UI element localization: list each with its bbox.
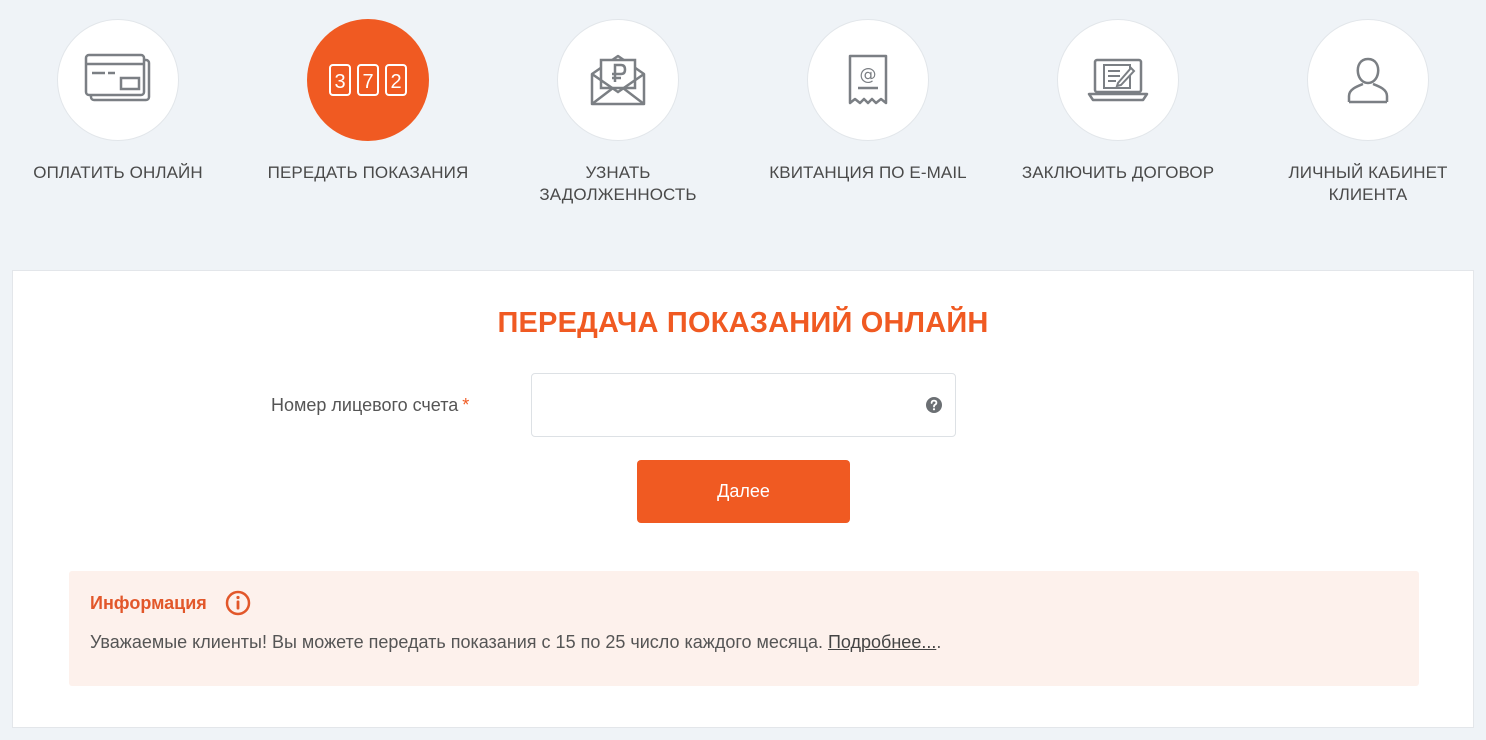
meter-digit: 2 xyxy=(390,71,401,93)
service-email-receipt[interactable]: @ КВИТАНЦИЯ ПО E-MAIL xyxy=(758,19,978,184)
service-label: ЛИЧНЫЙ КАБИНЕТ КЛИЕНТА xyxy=(1288,163,1448,204)
service-label: ПЕРЕДАТЬ ПОКАЗАНИЯ xyxy=(267,163,469,182)
info-icon xyxy=(225,590,251,616)
service-personal-account[interactable]: ЛИЧНЫЙ КАБИНЕТ КЛИЕНТА xyxy=(1258,19,1478,206)
next-button[interactable]: Далее xyxy=(637,460,850,523)
ruble-envelope-icon xyxy=(590,54,646,106)
account-number-label: Номер лицевого счета * xyxy=(271,395,469,416)
info-text: Уважаемые клиенты! Вы можете передать по… xyxy=(90,632,941,653)
service-label: УЗНАТЬ ЗАДОЛЖЕННОСТЬ xyxy=(539,163,697,204)
service-circle[interactable] xyxy=(557,19,679,141)
info-box: Информация Уважаемые клиенты! Вы можете … xyxy=(69,571,1419,686)
more-link[interactable]: Подробнее... xyxy=(828,632,936,652)
service-circle[interactable] xyxy=(1307,19,1429,141)
required-mark: * xyxy=(462,395,470,415)
svg-text:@: @ xyxy=(860,65,877,85)
service-label: ЗАКЛЮЧИТЬ ДОГОВОР xyxy=(1021,163,1215,182)
readings-panel: ПЕРЕДАЧА ПОКАЗАНИЙ ОНЛАЙН Номер лицевого… xyxy=(12,270,1474,728)
info-title: Информация xyxy=(90,593,207,613)
service-circle[interactable] xyxy=(57,19,179,141)
meter-digit: 3 xyxy=(334,71,345,93)
service-circle[interactable]: @ xyxy=(807,19,929,141)
service-check-debt[interactable]: УЗНАТЬ ЗАДОЛЖЕННОСТЬ xyxy=(508,19,728,206)
card-icon xyxy=(84,53,151,102)
account-number-input[interactable] xyxy=(532,374,955,436)
info-period: . xyxy=(936,632,942,652)
service-submit-readings[interactable]: 3 7 2 ПЕРЕДАТЬ ПОКАЗАНИЯ xyxy=(258,19,478,184)
service-circle[interactable] xyxy=(1057,19,1179,141)
account-number-field-wrapper xyxy=(531,373,956,437)
help-icon[interactable] xyxy=(926,397,942,413)
service-label: ОПЛАТИТЬ ОНЛАЙН xyxy=(33,163,203,182)
account-number-label-text: Номер лицевого счета xyxy=(271,395,459,415)
service-nav: ОПЛАТИТЬ ОНЛАЙН 3 7 2 ПЕРЕДАТЬ ПОКАЗАНИЯ xyxy=(0,0,1486,240)
email-receipt-icon: @ xyxy=(848,54,888,105)
page-title: ПЕРЕДАЧА ПОКАЗАНИЙ ОНЛАЙН xyxy=(497,307,989,339)
meter-icon: 3 7 2 xyxy=(329,64,407,96)
service-pay-online[interactable]: ОПЛАТИТЬ ОНЛАЙН xyxy=(8,19,228,184)
meter-digit: 7 xyxy=(362,71,373,93)
service-sign-contract[interactable]: ЗАКЛЮЧИТЬ ДОГОВОР xyxy=(1008,19,1228,184)
service-circle[interactable]: 3 7 2 xyxy=(307,19,429,141)
info-message: Уважаемые клиенты! Вы можете передать по… xyxy=(90,632,828,652)
service-label: КВИТАНЦИЯ ПО E-MAIL xyxy=(769,163,967,182)
user-icon xyxy=(1347,57,1389,104)
laptop-contract-icon xyxy=(1087,58,1149,102)
